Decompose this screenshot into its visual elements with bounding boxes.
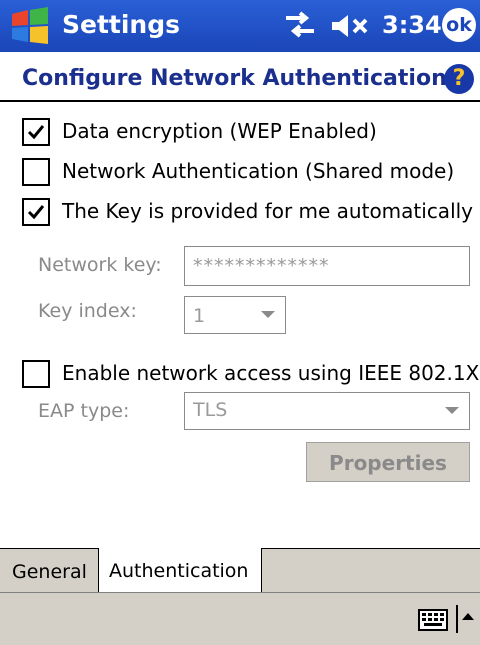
network-key-label: Network key: [38,254,162,276]
key-auto-checkbox[interactable] [22,198,50,226]
ieee8021x-label: Enable network access using IEEE 802.1X [62,361,480,385]
key-index-select[interactable]: 1 [184,296,286,334]
keyboard-icon[interactable] [418,609,448,631]
tab-general-label: General [12,561,87,583]
key-auto-option[interactable]: The Key is provided for me automatically [22,198,473,234]
tab-strip: General Authentication [0,548,480,593]
page-title: Configure Network Authentication [22,66,447,91]
page-header: Configure Network Authentication ? [0,52,480,102]
network-auth-label: Network Authentication (Shared mode) [62,159,455,183]
properties-button[interactable]: Properties [306,442,470,482]
key-index-label: Key index: [38,300,137,322]
key-index-value: 1 [193,305,206,327]
eap-type-label: EAP type: [38,400,130,422]
tab-authentication[interactable]: Authentication [98,548,262,593]
chevron-down-icon [261,311,275,318]
sip-separator [456,605,458,633]
chevron-down-icon [445,407,459,414]
key-auto-label: The Key is provided for me automatically [62,199,474,223]
checkmark-icon [27,205,45,220]
app-title: Settings [62,10,181,39]
windows-start-icon[interactable] [8,6,52,46]
checkmark-icon [27,125,45,140]
volume-muted-icon[interactable] [330,11,376,41]
network-auth-option[interactable]: Network Authentication (Shared mode) [22,158,462,194]
header-divider [0,100,480,102]
network-key-input[interactable]: ************* [184,246,470,286]
chevron-up-icon[interactable] [462,613,474,620]
ok-button[interactable]: ok [442,8,476,42]
data-encryption-label: Data encryption (WEP Enabled) [62,119,377,143]
ieee8021x-checkbox[interactable] [22,360,50,388]
network-key-value: ************* [193,255,330,277]
data-encryption-checkbox[interactable] [22,118,50,146]
ieee8021x-option[interactable]: Enable network access using IEEE 802.1X [22,360,479,396]
title-bar: Settings 3:34 ok [0,0,480,52]
menu-bar [0,592,480,645]
tab-authentication-label: Authentication [109,560,249,582]
eap-type-select[interactable]: TLS [184,392,470,430]
connectivity-icon[interactable] [282,10,318,40]
help-icon[interactable]: ? [444,64,474,94]
clock[interactable]: 3:34 [382,11,442,39]
eap-type-value: TLS [193,399,228,421]
data-encryption-option[interactable]: Data encryption (WEP Enabled) [22,118,462,154]
tab-general[interactable]: General [6,549,99,591]
network-auth-checkbox[interactable] [22,158,50,186]
